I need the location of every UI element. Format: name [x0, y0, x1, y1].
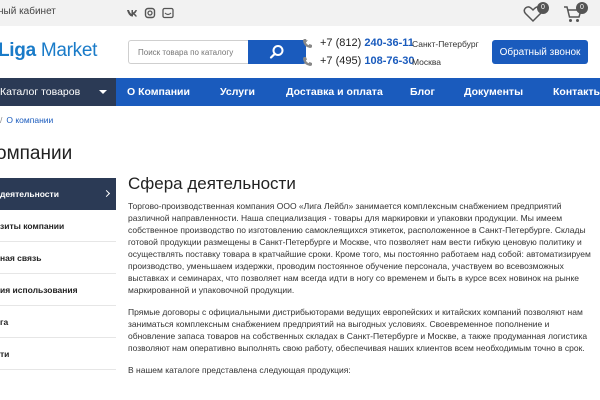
sidebar-item-label: ти — [0, 349, 10, 359]
content-heading: Сфера деятельности — [128, 174, 296, 193]
sidebar-item-league[interactable]: га — [0, 306, 116, 338]
nav-item-documents[interactable]: Документы — [464, 78, 523, 106]
nav-item-blog[interactable]: Блог — [410, 78, 435, 106]
sidebar-item-requisites[interactable]: зиты компании — [0, 210, 116, 242]
nav-item-delivery[interactable]: Доставка и оплата — [286, 78, 383, 106]
logo[interactable]: Liga Market — [0, 40, 97, 62]
phone-city-spb: Санкт-Петербург — [412, 39, 479, 49]
youtube-icon[interactable] — [162, 6, 174, 19]
sidebar-item-label: га — [0, 317, 9, 327]
personal-cabinet-link[interactable]: ный кабинет — [0, 6, 56, 17]
sidebar: деятельности зиты компании ная связь ия … — [0, 178, 116, 370]
breadcrumb-separator: / — [0, 115, 3, 125]
content-paragraph: Торгово-производственная компания ООО «Л… — [128, 201, 591, 295]
page-title: омпании — [0, 143, 73, 164]
logo-part1: Liga — [0, 40, 36, 61]
phone-number-spb: +7 (812) 240-36-11 — [320, 37, 414, 49]
content-paragraph: Прямые договоры с официальными дистрибью… — [128, 307, 588, 353]
logo-part2: Market — [35, 40, 98, 61]
phone-main: 108-76-30 — [364, 55, 415, 67]
catalog-label: Каталог товаров — [0, 86, 81, 98]
search-button[interactable] — [248, 40, 306, 64]
chevron-down-icon — [99, 90, 107, 94]
social-links — [126, 6, 174, 19]
phone-row-msk[interactable]: +7 (495) 108-76-30 Москва — [302, 54, 492, 70]
nav-item-services[interactable]: Услуги — [220, 78, 255, 106]
nav-item-contacts[interactable]: Контакты — [553, 78, 600, 106]
chevron-right-icon — [102, 189, 111, 198]
phone-row-spb[interactable]: +7 (812) 240-36-11 Санкт-Петербург — [302, 36, 492, 52]
vk-icon[interactable] — [126, 6, 138, 18]
phone-city-msk: Москва — [412, 57, 442, 67]
phone-icon — [303, 57, 312, 66]
phone-main: 240-36-11 — [364, 37, 414, 49]
search-icon — [269, 45, 284, 59]
top-icons: 0 0 — [500, 0, 600, 26]
phones-block: +7 (812) 240-36-11 Санкт-Петербург +7 (4… — [302, 36, 492, 72]
sidebar-item-feedback[interactable]: ная связь — [0, 242, 116, 274]
phone-number-msk: +7 (495) 108-76-30 — [320, 55, 415, 67]
top-bar: ный кабинет 0 0 — [0, 0, 600, 26]
main-nav: Каталог товаров О Компании Услуги Достав… — [0, 78, 600, 106]
sidebar-item-terms[interactable]: ия использования — [0, 274, 116, 306]
catalog-menu-button[interactable]: Каталог товаров — [0, 78, 116, 106]
sidebar-item-news[interactable]: ти — [0, 338, 116, 370]
cart-count-badge: 0 — [576, 2, 588, 14]
sidebar-item-label: зиты компании — [0, 221, 65, 231]
breadcrumb-current[interactable]: О компании — [6, 115, 53, 125]
sidebar-item-activity[interactable]: деятельности — [0, 178, 116, 210]
phone-prefix: +7 (495) — [320, 55, 365, 67]
sidebar-item-label: ия использования — [0, 285, 78, 295]
favorites-count-badge: 0 — [537, 2, 549, 14]
sidebar-item-label: ная связь — [0, 253, 42, 263]
content-paragraph: В нашем каталоге представлена следующая … — [128, 365, 351, 375]
instagram-icon[interactable] — [144, 6, 156, 19]
phone-prefix: +7 (812) — [320, 37, 365, 49]
phone-icon — [303, 39, 312, 48]
sidebar-item-label: деятельности — [0, 189, 59, 199]
main-content: Сфера деятельности Торгово-производствен… — [128, 174, 598, 386]
nav-item-about[interactable]: О Компании — [127, 78, 190, 106]
header: Liga Market +7 (812) 240-36-11 Санкт-Пет… — [0, 26, 600, 78]
callback-button[interactable]: Обратный звонок — [492, 40, 588, 64]
breadcrumb: / О компании — [0, 115, 53, 125]
